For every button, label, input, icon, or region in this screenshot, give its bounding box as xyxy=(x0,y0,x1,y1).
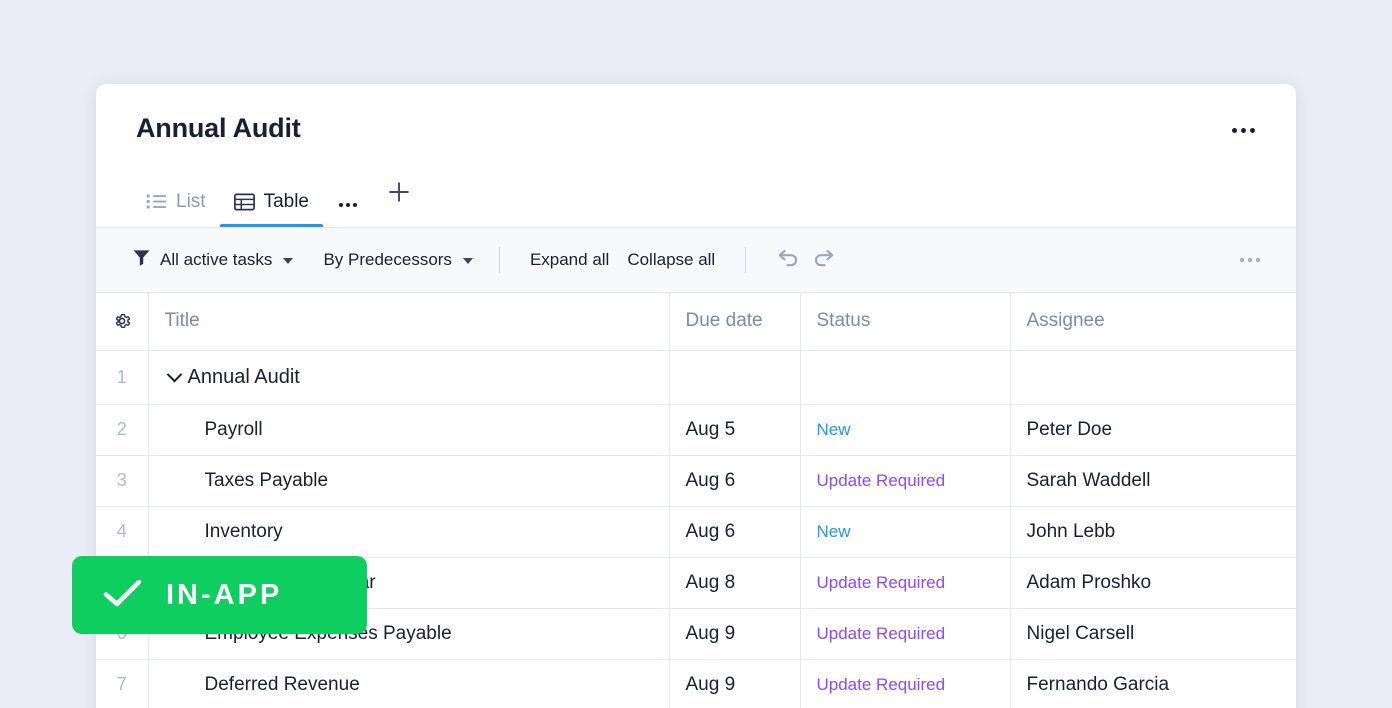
tab-list[interactable]: List xyxy=(132,192,220,227)
chevron-down-icon[interactable] xyxy=(166,366,182,382)
table-toolbar: All active tasks By Predecessors Expand … xyxy=(96,228,1296,293)
row-status[interactable]: Update Required xyxy=(800,557,1011,609)
table-row[interactable]: 7 Deferred Revenue Aug 9 Update Required… xyxy=(96,659,1296,708)
row-number: 3 xyxy=(96,455,149,507)
row-assignee[interactable]: Adam Proshko xyxy=(1010,557,1296,609)
table-row[interactable]: 1 Annual Audit xyxy=(96,350,1296,405)
filter-dropdown-label: All active tasks xyxy=(160,250,273,269)
in-app-badge-label: IN-APP xyxy=(166,578,283,611)
row-number: 7 xyxy=(96,659,149,708)
ellipsis-horizontal-icon-dot xyxy=(1249,127,1255,133)
ellipsis-horizontal-icon-dot xyxy=(1240,127,1246,133)
plus-icon xyxy=(387,180,411,209)
row-title[interactable]: Deferred Revenue xyxy=(148,659,670,708)
chevron-down-icon xyxy=(283,258,294,264)
row-due-date[interactable]: Aug 6 xyxy=(669,455,801,507)
row-status[interactable]: Update Required xyxy=(800,608,1011,660)
row-due-date[interactable]: Aug 6 xyxy=(669,506,801,558)
screenshot-stage: Annual Audit List Table All active tasks… xyxy=(0,0,1392,708)
row-assignee[interactable] xyxy=(1010,350,1296,405)
check-mark-icon xyxy=(102,577,144,614)
card-more-menu-button[interactable] xyxy=(1226,118,1260,142)
ellipsis-horizontal-icon-dot xyxy=(346,203,350,207)
row-title-cell[interactable]: Annual Audit xyxy=(148,350,670,405)
row-assignee[interactable]: John Lebb xyxy=(1010,506,1296,558)
column-header-due-date[interactable]: Due date xyxy=(669,293,801,351)
card-header: Annual Audit List Table xyxy=(96,84,1296,228)
row-assignee[interactable]: Fernando Garcia xyxy=(1010,659,1296,708)
chevron-down-icon xyxy=(462,258,473,264)
row-status[interactable]: Update Required xyxy=(800,455,1011,507)
ellipsis-horizontal-icon-dot xyxy=(1248,258,1252,262)
table-body: 1 Annual Audit 2 Payroll Aug 5 New Peter… xyxy=(96,350,1296,708)
filter-dropdown[interactable]: All active tasks xyxy=(132,248,294,272)
grouping-dropdown-label: By Predecessors xyxy=(323,250,452,269)
row-title[interactable]: Taxes Payable xyxy=(148,455,670,507)
row-assignee[interactable]: Peter Doe xyxy=(1010,404,1296,456)
toolbar-more-button[interactable] xyxy=(1240,258,1260,262)
row-status[interactable] xyxy=(800,350,1011,405)
toolbar-divider xyxy=(498,247,500,273)
column-header-assignee[interactable]: Assignee xyxy=(1010,293,1296,351)
row-title: Annual Audit xyxy=(187,365,300,388)
in-app-badge: IN-APP xyxy=(72,556,367,634)
tasks-table: Title Due date Status Assignee 1 Annual … xyxy=(96,293,1296,708)
row-title[interactable]: Inventory xyxy=(148,506,670,558)
tab-list-label: List xyxy=(176,191,206,212)
ellipsis-horizontal-icon-dot xyxy=(339,203,343,207)
row-due-date[interactable]: Aug 8 xyxy=(669,557,801,609)
toolbar-divider xyxy=(745,247,747,273)
add-view-button[interactable] xyxy=(373,180,425,227)
ellipsis-horizontal-icon-dot xyxy=(1256,258,1260,262)
row-status[interactable]: New xyxy=(800,506,1011,558)
grouping-dropdown[interactable]: By Predecessors xyxy=(323,250,473,270)
table-row[interactable]: 4 Inventory Aug 6 New John Lebb xyxy=(96,506,1296,558)
tab-table-label: Table xyxy=(263,191,309,212)
column-header-title[interactable]: Title xyxy=(148,293,670,351)
row-number: 2 xyxy=(96,404,149,456)
tab-table[interactable]: Table xyxy=(219,191,324,227)
table-row[interactable]: 3 Taxes Payable Aug 6 Update Required Sa… xyxy=(96,455,1296,507)
tabs-more-button[interactable] xyxy=(323,203,373,227)
ellipsis-horizontal-icon-dot xyxy=(353,203,357,207)
row-status[interactable]: New xyxy=(800,404,1011,456)
ellipsis-horizontal-icon-dot xyxy=(1231,127,1237,133)
redo-arrow-icon xyxy=(811,247,835,274)
row-due-date[interactable]: Aug 9 xyxy=(669,608,801,660)
collapse-all-button[interactable]: Collapse all xyxy=(623,250,719,270)
row-title[interactable]: Payroll xyxy=(148,404,670,456)
table-header-row: Title Due date Status Assignee xyxy=(96,293,1296,351)
row-assignee[interactable]: Sarah Waddell xyxy=(1010,455,1296,507)
view-tabs: List Table xyxy=(132,169,425,227)
row-due-date[interactable]: Aug 9 xyxy=(669,659,801,708)
row-due-date[interactable]: Aug 5 xyxy=(669,404,801,456)
table-view-icon xyxy=(233,193,255,211)
undo-button[interactable] xyxy=(772,246,806,274)
ellipsis-horizontal-icon-dot xyxy=(1240,258,1244,262)
list-view-icon xyxy=(146,193,167,210)
page-title: Annual Audit xyxy=(136,113,301,143)
funnel-icon xyxy=(132,248,151,272)
undo-arrow-icon xyxy=(777,247,801,274)
row-number: 1 xyxy=(96,350,149,405)
row-due-date[interactable] xyxy=(669,350,801,405)
row-status[interactable]: Update Required xyxy=(800,659,1011,708)
column-header-status[interactable]: Status xyxy=(800,293,1011,351)
expand-all-button[interactable]: Expand all xyxy=(526,250,613,270)
table-row[interactable]: 2 Payroll Aug 5 New Peter Doe xyxy=(96,404,1296,456)
row-assignee[interactable]: Nigel Carsell xyxy=(1010,608,1296,660)
table-settings-header[interactable] xyxy=(96,293,149,351)
redo-button[interactable] xyxy=(806,246,840,274)
gear-icon[interactable] xyxy=(96,311,148,331)
row-number: 4 xyxy=(96,506,149,558)
